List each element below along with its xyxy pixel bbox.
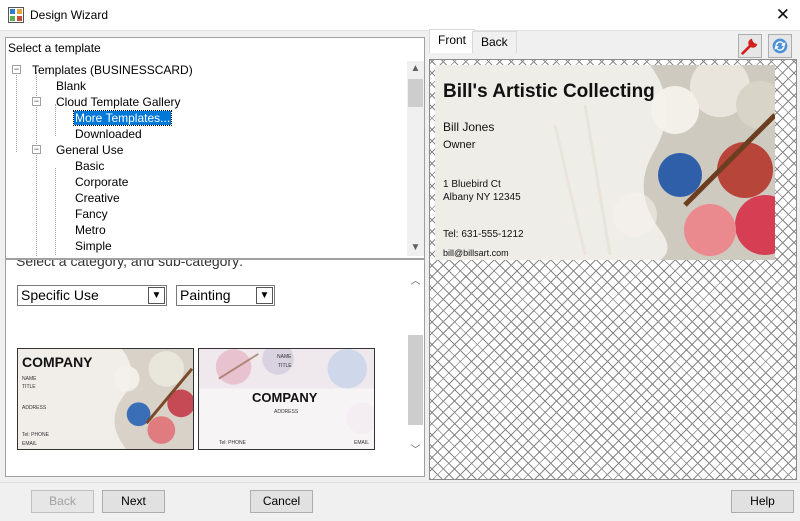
refresh-button[interactable]: [768, 34, 792, 58]
tree-guide: [36, 72, 37, 152]
title-bar: Design Wizard ✕: [0, 0, 800, 31]
collapse-icon[interactable]: −: [32, 97, 41, 106]
tree-item-basic[interactable]: Basic: [75, 158, 104, 174]
template-thumbnail[interactable]: NAME TITLE COMPANY ADDRESS Tel: PHONE EM…: [198, 348, 375, 450]
back-button[interactable]: Back: [31, 490, 94, 513]
template-tree[interactable]: − Templates (BUSINESSCARD) Blank − Cloud…: [12, 61, 410, 256]
card-address-line2: Albany NY 12345: [443, 192, 521, 203]
tree-guide: [36, 152, 37, 256]
cancel-button[interactable]: Cancel: [250, 490, 313, 513]
scroll-up-icon[interactable]: ▲: [407, 61, 424, 77]
tree-item-downloaded[interactable]: Downloaded: [75, 126, 142, 142]
tree-item-cloud-template-gallery[interactable]: − Cloud Template Gallery: [32, 94, 181, 110]
window-title: Design Wizard: [30, 8, 109, 22]
scroll-up-icon[interactable]: ︿: [407, 274, 424, 290]
template-tree-panel: Select a template − Templates (BUSINESSC…: [5, 37, 425, 259]
subcategory-select[interactable]: Painting ▼: [176, 285, 275, 306]
tab-front[interactable]: Front: [429, 29, 476, 53]
tree-guide: [55, 168, 56, 256]
scroll-down-icon[interactable]: ▼: [407, 240, 424, 256]
collapse-icon[interactable]: −: [12, 65, 21, 74]
category-select[interactable]: Specific Use ▼: [17, 285, 167, 306]
close-icon[interactable]: ✕: [776, 5, 790, 25]
tree-item-creative[interactable]: Creative: [75, 190, 120, 206]
collapse-icon[interactable]: −: [32, 145, 41, 154]
card-email: bill@billsart.com: [443, 248, 509, 258]
card-phone: Tel: 631-555-1212: [443, 229, 524, 240]
tree-item-fancy[interactable]: Fancy: [75, 206, 108, 222]
chevron-down-icon[interactable]: ▼: [148, 287, 165, 304]
help-button[interactable]: Help: [731, 490, 794, 513]
card-preview: Bill's Artistic Collecting Bill Jones Ow…: [429, 59, 797, 480]
tree-scrollbar[interactable]: ▲ ▼: [407, 61, 424, 256]
card-address-line1: 1 Bluebird Ct: [443, 179, 501, 190]
category-scrollbar[interactable]: ︿ ﹀: [407, 260, 424, 476]
business-card-front[interactable]: Bill's Artistic Collecting Bill Jones Ow…: [435, 65, 775, 260]
card-person-title: Owner: [443, 139, 476, 151]
scroll-thumb[interactable]: [408, 79, 423, 107]
wrench-icon: [741, 38, 758, 55]
tree-item-corporate[interactable]: Corporate: [75, 174, 128, 190]
card-business-name: Bill's Artistic Collecting: [443, 81, 655, 102]
scroll-down-icon[interactable]: ﹀: [407, 443, 424, 459]
tree-guide: [16, 72, 17, 152]
category-prompt: Select a category, and sub-category:: [16, 259, 243, 269]
tree-item-more-templates[interactable]: More Templates...: [72, 110, 173, 126]
wrench-button[interactable]: [738, 34, 762, 58]
tab-back[interactable]: Back: [472, 31, 517, 53]
tree-item-simple[interactable]: Simple: [75, 238, 112, 254]
tree-item-templates[interactable]: − Templates (BUSINESSCARD): [12, 62, 193, 78]
card-person-name: Bill Jones: [443, 120, 495, 134]
template-tree-label: Select a template: [8, 41, 101, 55]
tree-item-blank[interactable]: Blank: [56, 78, 86, 94]
template-thumbnail[interactable]: COMPANY NAME TITLE ADDRESS Tel: PHONE EM…: [17, 348, 194, 450]
design-wizard-icon: [8, 7, 24, 23]
refresh-icon: [772, 38, 788, 54]
tree-item-general-use[interactable]: − General Use: [32, 142, 123, 158]
chevron-down-icon[interactable]: ▼: [256, 287, 273, 304]
tree-item-metro[interactable]: Metro: [75, 222, 106, 238]
next-button[interactable]: Next: [102, 490, 165, 513]
scroll-thumb[interactable]: [408, 335, 423, 425]
